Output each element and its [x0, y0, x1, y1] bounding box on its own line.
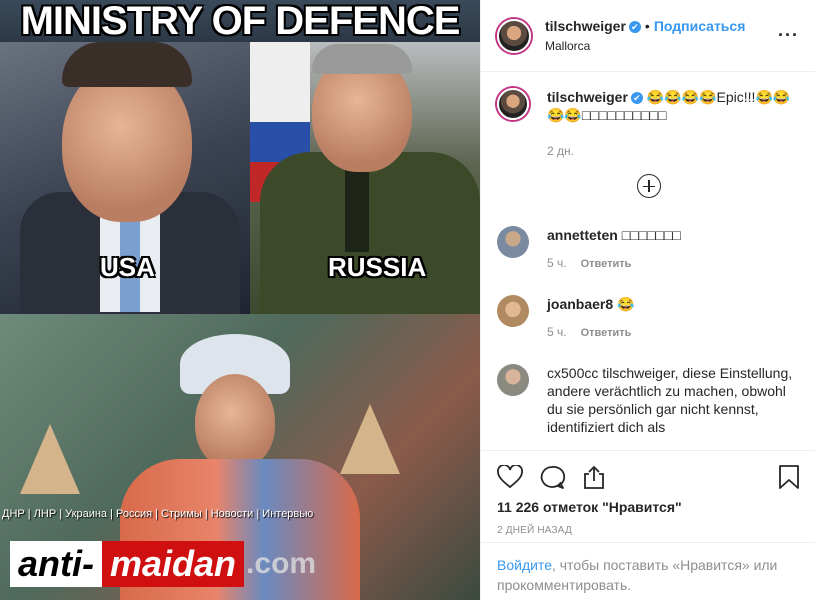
likes-count[interactable]: 11 226 отметок "Нравится" — [497, 499, 800, 515]
reply-button[interactable]: Ответить — [581, 327, 632, 339]
comment-username[interactable]: joanbaer8 — [547, 296, 613, 312]
image-title-panel: MINISTRY OF DEFENCE — [0, 0, 480, 43]
location-link[interactable]: Mallorca — [545, 39, 745, 53]
comment-icon[interactable] — [539, 465, 565, 489]
image-ticker: ДНР | ЛНР | Украина | Россия | Стримы | … — [2, 508, 314, 520]
bookmark-icon[interactable] — [778, 464, 800, 490]
caption-avatar[interactable] — [497, 88, 529, 120]
separator-dot: • — [644, 18, 650, 34]
comment-item: annetteten □□□□□□□ 5 ч. Ответить — [497, 226, 800, 273]
comment-avatar[interactable] — [497, 364, 529, 396]
login-prompt: Войдите, чтобы поставить «Нравится» или … — [481, 542, 815, 600]
hair-shape — [312, 44, 412, 74]
comment-username[interactable]: annetteten — [547, 227, 618, 243]
header-username[interactable]: tilschweiger — [545, 18, 626, 34]
caption-username[interactable]: tilschweiger — [547, 89, 628, 105]
image-panel-usa: USA — [0, 42, 250, 322]
comment-item: joanbaer8 😂 5 ч. Ответить — [497, 295, 800, 342]
label-usa: USA — [100, 252, 155, 282]
comment-time: 5 ч. — [547, 325, 567, 339]
comment-body: annetteten □□□□□□□ 5 ч. Ответить — [547, 226, 681, 273]
avatar[interactable] — [497, 18, 531, 53]
comment-body: joanbaer8 😂 5 ч. Ответить — [547, 295, 634, 342]
hat-shape — [20, 424, 80, 494]
caption-time: 2 дн. — [547, 144, 574, 158]
comment-item: cx500cc tilschweiger, diese Einstellung,… — [497, 364, 800, 436]
add-comments-icon[interactable] — [636, 174, 661, 198]
label-russia: RUSSIA — [328, 252, 427, 282]
uniform-shape — [260, 152, 480, 322]
more-options-icon[interactable]: ··· — [778, 25, 799, 46]
watermark-part-a: anti- — [10, 541, 102, 587]
flag-white — [250, 42, 310, 122]
post-image[interactable]: MINISTRY OF DEFENCE USA RUSSIA ДНР | ЛНР… — [0, 0, 480, 600]
comment-text: □□□□□□□ — [621, 227, 681, 243]
post-header: tilschweiger ✔ • Подписаться Mallorca ··· — [481, 0, 815, 72]
action-icons — [497, 461, 800, 493]
verified-icon: ✔ — [628, 20, 641, 33]
header-info: tilschweiger ✔ • Подписаться Mallorca — [545, 18, 745, 53]
comment-time: 5 ч. — [547, 256, 567, 270]
login-link[interactable]: Войдите — [497, 557, 552, 573]
post-actions: 11 226 отметок "Нравится" 2 ДНЕЙ НАЗАД — [481, 450, 815, 536]
comment-avatar[interactable] — [497, 295, 529, 327]
heart-icon[interactable] — [497, 465, 523, 489]
post-date[interactable]: 2 ДНЕЙ НАЗАД — [497, 525, 800, 536]
hair-shape — [62, 42, 192, 87]
watermark: anti- maidan .com — [10, 536, 316, 592]
caption: tilschweiger ✔ 😂😂😂😂Epic!!!😂😂😂😂□□□□□□□□□□ … — [497, 88, 800, 160]
comment-meta: 5 ч. Ответить — [547, 323, 634, 342]
post-sidebar: tilschweiger ✔ • Подписаться Mallorca ··· t… — [480, 0, 815, 600]
comment-body: cx500cc tilschweiger, diese Einstellung,… — [547, 364, 800, 436]
comment-meta: 5 ч. Ответить — [547, 254, 681, 273]
hat-shape — [340, 404, 400, 474]
watermark-part-c: .com — [246, 547, 317, 580]
reply-button[interactable]: Ответить — [581, 258, 632, 270]
image-panel-russia: RUSSIA — [250, 42, 480, 322]
caption-body: tilschweiger ✔ 😂😂😂😂Epic!!!😂😂😂😂□□□□□□□□□□ … — [547, 88, 800, 160]
share-icon[interactable] — [581, 465, 607, 489]
uniform-tie — [345, 162, 369, 252]
follow-button[interactable]: Подписаться — [654, 18, 746, 34]
comment-username[interactable]: cx500cc — [547, 365, 598, 381]
comments-list[interactable]: tilschweiger ✔ 😂😂😂😂Epic!!!😂😂😂😂□□□□□□□□□□ … — [481, 72, 815, 450]
comment-avatar[interactable] — [497, 226, 529, 258]
face-shape — [195, 374, 275, 469]
comment-text: 😂 — [617, 296, 635, 312]
verified-icon: ✔ — [630, 92, 643, 105]
watermark-part-b: maidan — [102, 541, 245, 587]
image-title: MINISTRY OF DEFENCE — [20, 0, 461, 43]
